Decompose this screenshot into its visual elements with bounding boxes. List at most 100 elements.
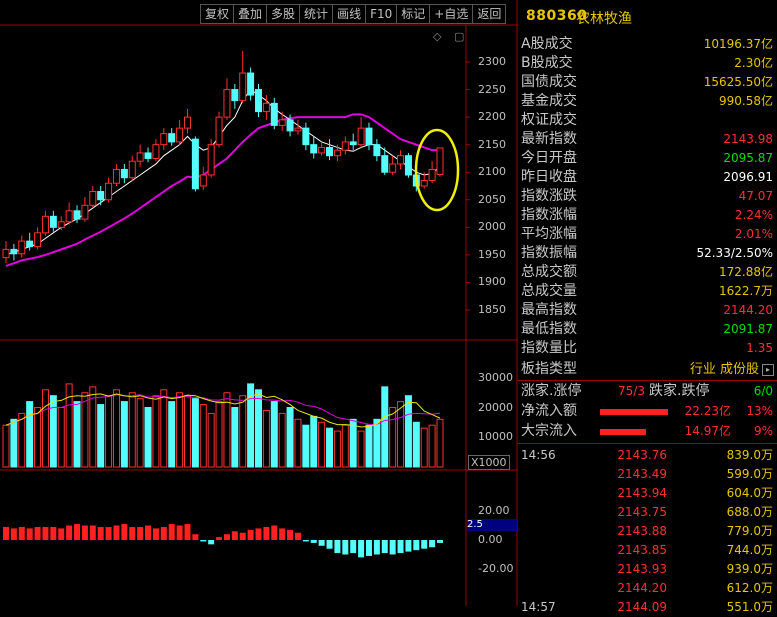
macd-bar	[381, 540, 388, 554]
cursor-value-label: 2.5	[467, 519, 517, 531]
tick-volume: 839.0万	[726, 448, 773, 462]
chart-area[interactable]	[0, 0, 518, 606]
candle-body	[152, 144, 160, 159]
macd-bar	[334, 540, 341, 554]
macd-bar	[405, 540, 412, 552]
stat-value: 2143.98	[723, 132, 773, 146]
stat-value: 52.33/2.50%	[696, 246, 773, 260]
flow-bar	[600, 429, 646, 435]
separator	[518, 443, 777, 444]
candle-body	[420, 179, 428, 187]
macd-bar	[184, 524, 191, 540]
stat-label: A股成交	[521, 36, 573, 52]
volume-bar	[326, 427, 334, 468]
flow-bar	[600, 409, 668, 415]
volume-unit-label: X1000	[468, 455, 510, 470]
stat-value: 2144.20	[723, 303, 773, 317]
tick-price: 2143.75	[617, 505, 667, 519]
ma10-line	[5, 113, 440, 267]
tick-time: 14:56	[521, 448, 556, 462]
quote-panel: 880360 农林牧渔 A股成交 10196.37亿 B股成交 2.30亿 国债成交 15…	[518, 0, 777, 614]
tick-price: 2143.94	[617, 486, 667, 500]
volume-bar	[152, 395, 160, 468]
macd-bar	[255, 528, 262, 540]
candle-body	[302, 127, 310, 146]
macd-bar	[271, 525, 278, 540]
macd-bar	[223, 534, 230, 540]
macd-bar	[58, 528, 65, 540]
volume-bar	[255, 389, 263, 468]
volume-bar	[318, 421, 326, 468]
volume-bar	[207, 412, 215, 468]
stat-row: 昨日收盘 2096.91	[518, 168, 777, 187]
candle-body	[136, 152, 144, 162]
macd-bar	[97, 526, 104, 540]
candle-body	[81, 204, 89, 220]
stat-value: 2.30亿	[734, 56, 773, 70]
volume-bar	[404, 395, 412, 468]
macd-bar	[81, 525, 88, 540]
board-type-value[interactable]: 行业 成份股	[690, 360, 759, 379]
tick-row: 2143.75 688.0万	[518, 502, 777, 522]
macd-bar	[279, 528, 286, 540]
expand-icon[interactable]: ▸	[762, 364, 774, 376]
macd-bar	[152, 528, 159, 540]
macd-bar	[192, 534, 199, 540]
candle-body	[389, 163, 397, 173]
candle-body	[168, 133, 176, 143]
candle-body	[270, 102, 278, 126]
tick-row: 2144.20 612.0万	[518, 578, 777, 598]
tick-price: 2143.88	[617, 524, 667, 538]
macd-bar	[429, 540, 436, 548]
price-tick-label: 2250	[478, 82, 506, 96]
stat-value: 2.01%	[734, 227, 773, 241]
macd-bar	[176, 525, 183, 540]
volume-bar	[112, 389, 120, 468]
candle-body	[191, 138, 199, 190]
volume-bar	[373, 418, 381, 468]
macd-tick-label: 0.00	[478, 533, 503, 546]
volume-bar	[436, 418, 444, 468]
tick-price: 2143.85	[617, 543, 667, 557]
stat-label: 指数涨幅	[521, 207, 577, 223]
volume-bar	[120, 401, 128, 468]
stat-label: B股成交	[521, 55, 573, 71]
volume-bar	[310, 415, 318, 468]
tick-price: 2144.09	[617, 600, 667, 614]
macd-bar	[342, 540, 349, 555]
stat-row: 指数量比 1.35	[518, 339, 777, 358]
stat-label: 最高指数	[521, 302, 577, 318]
stat-label: 权证成交	[521, 112, 577, 128]
stat-label: 平均涨幅	[521, 226, 577, 242]
volume-bar	[365, 424, 373, 468]
stat-label: 总成交额	[521, 264, 577, 280]
macd-bar	[358, 540, 365, 558]
price-tick-label: 2000	[478, 220, 506, 234]
macd-tick-label: 20.00	[478, 504, 510, 517]
stat-row: 平均涨幅 2.01%	[518, 225, 777, 244]
stat-value: 15625.50亿	[703, 75, 773, 89]
volume-tick-label: 20000	[478, 400, 513, 414]
macd-bar	[437, 540, 443, 543]
index-name: 农林牧渔	[576, 11, 632, 27]
price-tick-label: 2200	[478, 110, 506, 124]
macd-bar	[168, 524, 175, 540]
candle-body	[310, 144, 318, 154]
macd-bar	[413, 540, 420, 551]
tick-volume: 688.0万	[726, 505, 773, 519]
tick-row: 2143.85 744.0万	[518, 540, 777, 560]
volume-bar	[231, 407, 239, 468]
tick-row: 14:56 2143.76 839.0万	[518, 445, 777, 465]
price-tick-label: 2150	[478, 137, 506, 151]
stat-value: 2091.87	[723, 322, 773, 336]
macd-bar	[287, 529, 294, 540]
candle-body	[183, 116, 191, 129]
candle-body	[278, 119, 286, 126]
macd-bar	[365, 540, 372, 556]
candle-body	[365, 127, 373, 146]
macd-bar	[318, 540, 325, 546]
candle-body	[262, 102, 270, 113]
stat-label: 国债成交	[521, 74, 577, 90]
candle-body	[381, 155, 389, 173]
stat-value: 990.58亿	[719, 94, 773, 108]
